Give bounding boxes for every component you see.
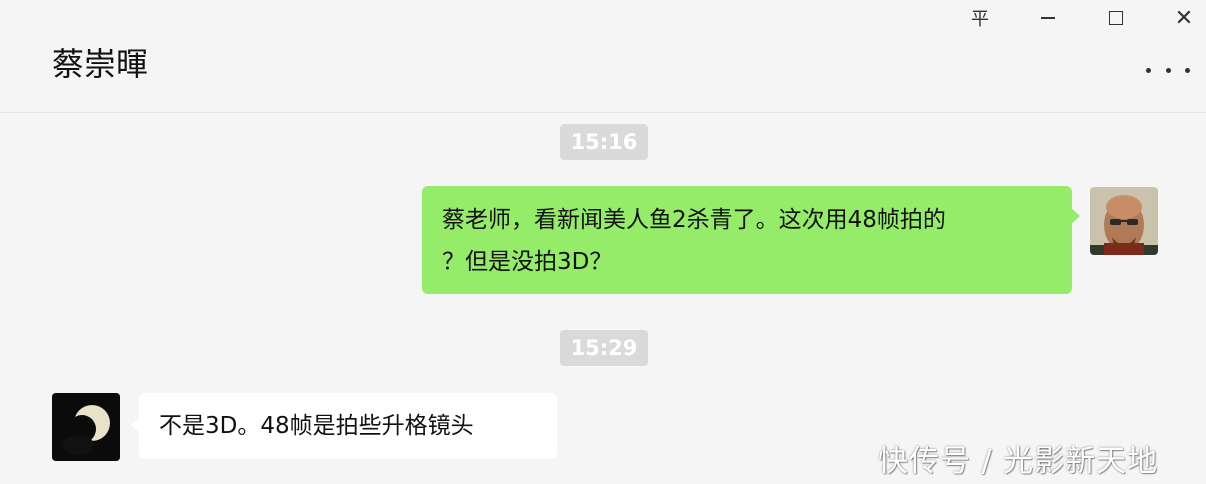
chat-window: 蔡崇暉 平 ✕ 15:16 蔡老师，看新闻美人鱼2杀青了。这次用48帧拍的 ？但…	[0, 0, 1206, 484]
avatar-image	[1090, 187, 1158, 255]
incoming-message-bubble[interactable]: 不是3D。48帧是拍些升格镜头	[131, 393, 557, 459]
message-text-line: 蔡老师，看新闻美人鱼2杀青了。这次用48帧拍的	[442, 207, 946, 233]
timestamp: 15:29	[560, 330, 648, 366]
maximize-icon[interactable]	[1102, 4, 1130, 32]
pin-icon[interactable]: 平	[966, 4, 994, 32]
minimize-icon[interactable]	[1034, 4, 1062, 32]
outgoing-message-bubble[interactable]: 蔡老师，看新闻美人鱼2杀青了。这次用48帧拍的 ？但是没拍3D？	[422, 186, 1080, 294]
my-avatar[interactable]	[1090, 187, 1158, 255]
message-text: 不是3D。48帧是拍些升格镜头	[159, 413, 474, 439]
message-text-line: ？但是没拍3D？	[442, 249, 613, 275]
title-bar: 蔡崇暉 平 ✕	[0, 0, 1206, 113]
more-icon[interactable]	[1146, 60, 1190, 80]
contact-avatar[interactable]	[52, 393, 120, 461]
avatar-image	[52, 393, 120, 461]
close-icon[interactable]: ✕	[1170, 4, 1198, 32]
timestamp: 15:16	[560, 124, 648, 160]
chat-title: 蔡崇暉	[52, 45, 149, 83]
watermark: 快传号 / 光影新天地	[878, 444, 1159, 479]
